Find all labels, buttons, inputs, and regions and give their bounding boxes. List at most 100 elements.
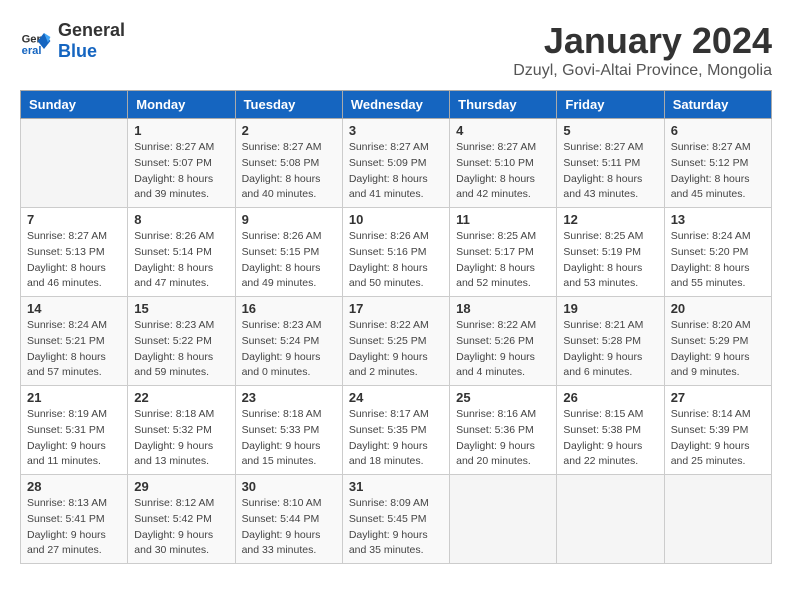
calendar-cell: 4 Sunrise: 8:27 AMSunset: 5:10 PMDayligh… — [450, 119, 557, 208]
calendar-cell: 15 Sunrise: 8:23 AMSunset: 5:22 PMDaylig… — [128, 297, 235, 386]
cell-details: Sunrise: 8:20 AMSunset: 5:29 PMDaylight:… — [671, 318, 765, 381]
day-number: 31 — [349, 479, 443, 494]
cell-details: Sunrise: 8:26 AMSunset: 5:16 PMDaylight:… — [349, 229, 443, 292]
calendar-cell: 9 Sunrise: 8:26 AMSunset: 5:15 PMDayligh… — [235, 208, 342, 297]
cell-details: Sunrise: 8:23 AMSunset: 5:22 PMDaylight:… — [134, 318, 228, 381]
calendar-cell: 25 Sunrise: 8:16 AMSunset: 5:36 PMDaylig… — [450, 386, 557, 475]
cell-details: Sunrise: 8:22 AMSunset: 5:26 PMDaylight:… — [456, 318, 550, 381]
day-number: 27 — [671, 390, 765, 405]
day-number: 7 — [27, 212, 121, 227]
svg-text:eral: eral — [22, 45, 42, 57]
cell-details: Sunrise: 8:23 AMSunset: 5:24 PMDaylight:… — [242, 318, 336, 381]
calendar-cell: 26 Sunrise: 8:15 AMSunset: 5:38 PMDaylig… — [557, 386, 664, 475]
day-number: 1 — [134, 123, 228, 138]
calendar-cell: 19 Sunrise: 8:21 AMSunset: 5:28 PMDaylig… — [557, 297, 664, 386]
cell-details: Sunrise: 8:27 AMSunset: 5:12 PMDaylight:… — [671, 140, 765, 203]
day-number: 2 — [242, 123, 336, 138]
calendar-cell: 28 Sunrise: 8:13 AMSunset: 5:41 PMDaylig… — [21, 475, 128, 564]
day-number: 11 — [456, 212, 550, 227]
calendar-cell — [450, 475, 557, 564]
day-number: 17 — [349, 301, 443, 316]
cell-details: Sunrise: 8:21 AMSunset: 5:28 PMDaylight:… — [563, 318, 657, 381]
day-number: 29 — [134, 479, 228, 494]
day-header-monday: Monday — [128, 91, 235, 119]
cell-details: Sunrise: 8:14 AMSunset: 5:39 PMDaylight:… — [671, 407, 765, 470]
calendar-cell — [664, 475, 771, 564]
calendar-cell: 16 Sunrise: 8:23 AMSunset: 5:24 PMDaylig… — [235, 297, 342, 386]
day-header-tuesday: Tuesday — [235, 91, 342, 119]
day-header-friday: Friday — [557, 91, 664, 119]
calendar-cell: 11 Sunrise: 8:25 AMSunset: 5:17 PMDaylig… — [450, 208, 557, 297]
day-number: 10 — [349, 212, 443, 227]
cell-details: Sunrise: 8:22 AMSunset: 5:25 PMDaylight:… — [349, 318, 443, 381]
day-number: 12 — [563, 212, 657, 227]
cell-details: Sunrise: 8:18 AMSunset: 5:32 PMDaylight:… — [134, 407, 228, 470]
calendar-cell — [21, 119, 128, 208]
day-number: 4 — [456, 123, 550, 138]
calendar-cell: 31 Sunrise: 8:09 AMSunset: 5:45 PMDaylig… — [342, 475, 449, 564]
day-header-wednesday: Wednesday — [342, 91, 449, 119]
calendar-cell: 14 Sunrise: 8:24 AMSunset: 5:21 PMDaylig… — [21, 297, 128, 386]
calendar-cell: 23 Sunrise: 8:18 AMSunset: 5:33 PMDaylig… — [235, 386, 342, 475]
calendar-cell: 12 Sunrise: 8:25 AMSunset: 5:19 PMDaylig… — [557, 208, 664, 297]
day-number: 3 — [349, 123, 443, 138]
day-number: 21 — [27, 390, 121, 405]
cell-details: Sunrise: 8:16 AMSunset: 5:36 PMDaylight:… — [456, 407, 550, 470]
cell-details: Sunrise: 8:26 AMSunset: 5:15 PMDaylight:… — [242, 229, 336, 292]
calendar-cell: 13 Sunrise: 8:24 AMSunset: 5:20 PMDaylig… — [664, 208, 771, 297]
cell-details: Sunrise: 8:27 AMSunset: 5:07 PMDaylight:… — [134, 140, 228, 203]
day-number: 19 — [563, 301, 657, 316]
calendar-cell — [557, 475, 664, 564]
calendar-cell: 22 Sunrise: 8:18 AMSunset: 5:32 PMDaylig… — [128, 386, 235, 475]
calendar-cell: 29 Sunrise: 8:12 AMSunset: 5:42 PMDaylig… — [128, 475, 235, 564]
day-number: 18 — [456, 301, 550, 316]
logo-text: General Blue — [58, 20, 125, 62]
day-number: 26 — [563, 390, 657, 405]
day-number: 6 — [671, 123, 765, 138]
day-number: 30 — [242, 479, 336, 494]
cell-details: Sunrise: 8:24 AMSunset: 5:21 PMDaylight:… — [27, 318, 121, 381]
day-number: 22 — [134, 390, 228, 405]
day-number: 9 — [242, 212, 336, 227]
cell-details: Sunrise: 8:13 AMSunset: 5:41 PMDaylight:… — [27, 496, 121, 559]
logo-general: General — [58, 20, 125, 40]
cell-details: Sunrise: 8:10 AMSunset: 5:44 PMDaylight:… — [242, 496, 336, 559]
cell-details: Sunrise: 8:15 AMSunset: 5:38 PMDaylight:… — [563, 407, 657, 470]
day-number: 20 — [671, 301, 765, 316]
logo: Gen eral General Blue — [20, 20, 125, 62]
calendar-title: January 2024 — [513, 20, 772, 62]
cell-details: Sunrise: 8:25 AMSunset: 5:17 PMDaylight:… — [456, 229, 550, 292]
week-row-5: 28 Sunrise: 8:13 AMSunset: 5:41 PMDaylig… — [21, 475, 772, 564]
cell-details: Sunrise: 8:17 AMSunset: 5:35 PMDaylight:… — [349, 407, 443, 470]
cell-details: Sunrise: 8:27 AMSunset: 5:11 PMDaylight:… — [563, 140, 657, 203]
week-row-2: 7 Sunrise: 8:27 AMSunset: 5:13 PMDayligh… — [21, 208, 772, 297]
calendar-cell: 24 Sunrise: 8:17 AMSunset: 5:35 PMDaylig… — [342, 386, 449, 475]
day-number: 24 — [349, 390, 443, 405]
calendar-cell: 2 Sunrise: 8:27 AMSunset: 5:08 PMDayligh… — [235, 119, 342, 208]
day-header-thursday: Thursday — [450, 91, 557, 119]
calendar-cell: 18 Sunrise: 8:22 AMSunset: 5:26 PMDaylig… — [450, 297, 557, 386]
cell-details: Sunrise: 8:26 AMSunset: 5:14 PMDaylight:… — [134, 229, 228, 292]
cell-details: Sunrise: 8:19 AMSunset: 5:31 PMDaylight:… — [27, 407, 121, 470]
week-row-1: 1 Sunrise: 8:27 AMSunset: 5:07 PMDayligh… — [21, 119, 772, 208]
calendar-cell: 10 Sunrise: 8:26 AMSunset: 5:16 PMDaylig… — [342, 208, 449, 297]
calendar-cell: 20 Sunrise: 8:20 AMSunset: 5:29 PMDaylig… — [664, 297, 771, 386]
day-number: 25 — [456, 390, 550, 405]
title-block: January 2024 Dzuyl, Govi-Altai Province,… — [513, 20, 772, 80]
calendar-subtitle: Dzuyl, Govi-Altai Province, Mongolia — [513, 62, 772, 80]
week-row-3: 14 Sunrise: 8:24 AMSunset: 5:21 PMDaylig… — [21, 297, 772, 386]
day-number: 23 — [242, 390, 336, 405]
calendar-cell: 8 Sunrise: 8:26 AMSunset: 5:14 PMDayligh… — [128, 208, 235, 297]
cell-details: Sunrise: 8:27 AMSunset: 5:13 PMDaylight:… — [27, 229, 121, 292]
cell-details: Sunrise: 8:18 AMSunset: 5:33 PMDaylight:… — [242, 407, 336, 470]
day-number: 13 — [671, 212, 765, 227]
calendar-cell: 21 Sunrise: 8:19 AMSunset: 5:31 PMDaylig… — [21, 386, 128, 475]
calendar-cell: 5 Sunrise: 8:27 AMSunset: 5:11 PMDayligh… — [557, 119, 664, 208]
calendar-cell: 7 Sunrise: 8:27 AMSunset: 5:13 PMDayligh… — [21, 208, 128, 297]
calendar-cell: 6 Sunrise: 8:27 AMSunset: 5:12 PMDayligh… — [664, 119, 771, 208]
day-number: 28 — [27, 479, 121, 494]
logo-blue: Blue — [58, 41, 97, 61]
header-row: SundayMondayTuesdayWednesdayThursdayFrid… — [21, 91, 772, 119]
day-number: 15 — [134, 301, 228, 316]
cell-details: Sunrise: 8:27 AMSunset: 5:08 PMDaylight:… — [242, 140, 336, 203]
